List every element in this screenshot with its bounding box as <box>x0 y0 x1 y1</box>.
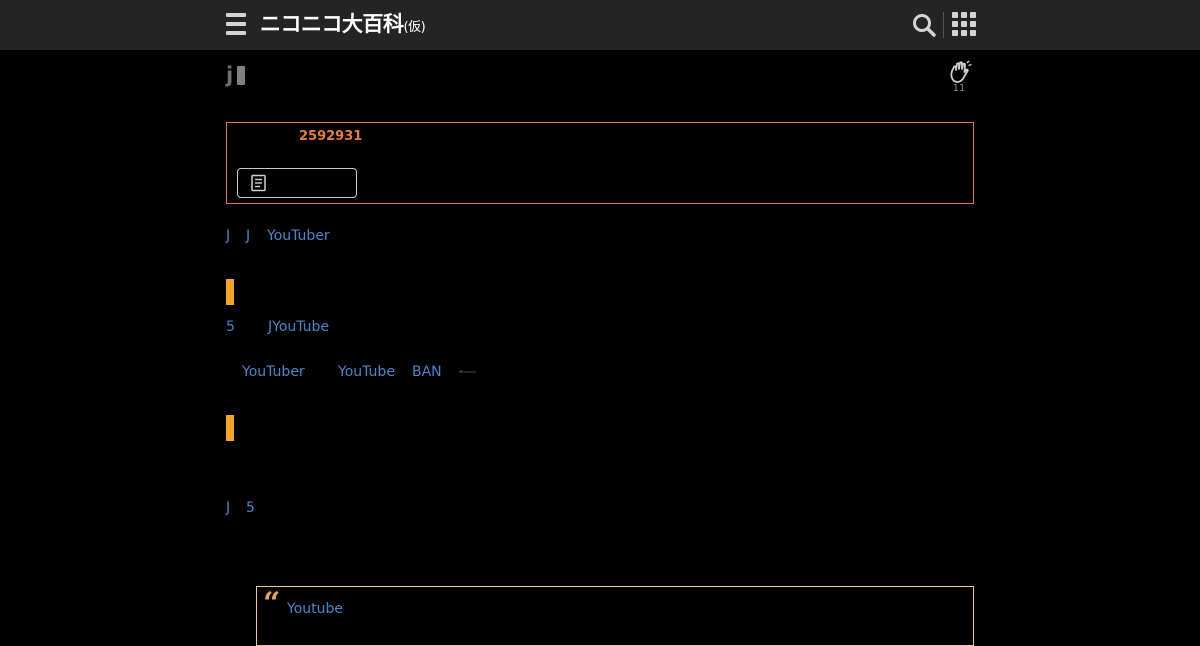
document-icon <box>251 174 266 192</box>
site-header: ニコニコ大百科(仮) <box>0 0 1200 50</box>
section-heading-bar-2 <box>226 415 234 441</box>
link-ban[interactable]: BAN <box>412 364 442 380</box>
link-5[interactable]: 5 <box>226 319 235 335</box>
apps-grid-icon[interactable] <box>952 12 976 36</box>
link-j-3[interactable]: J <box>226 500 230 516</box>
title-block-mark <box>237 66 245 85</box>
logo-sub-text: (仮) <box>403 20 426 35</box>
link-j-1[interactable]: J <box>226 228 230 244</box>
inline-arrow-icon <box>458 370 476 373</box>
quote-mark-icon: “ <box>263 586 281 621</box>
like-count: 11 <box>952 83 966 94</box>
link-youtube[interactable]: YouTube <box>338 364 395 380</box>
quote-block: “ Youtube <box>256 586 974 646</box>
article-title: j <box>226 63 234 87</box>
link-youtuber[interactable]: YouTuber <box>267 228 330 244</box>
logo-main-text: ニコニコ大百科 <box>260 12 404 36</box>
link-j-2[interactable]: J <box>246 228 250 244</box>
like-button[interactable]: 11 <box>946 60 974 98</box>
link-5-2[interactable]: 5 <box>246 500 255 516</box>
article-info-box: 2592931 <box>226 122 974 204</box>
hand-wave-icon <box>950 60 972 83</box>
link-jyoutube[interactable]: JYouTube <box>268 319 329 335</box>
hamburger-menu-icon[interactable] <box>226 13 246 35</box>
section-heading-bar <box>226 279 234 305</box>
article-info-button[interactable] <box>237 168 357 198</box>
site-logo[interactable]: ニコニコ大百科(仮) <box>260 10 426 38</box>
quote-link-youtube[interactable]: Youtube <box>287 601 343 617</box>
article-id: 2592931 <box>299 129 363 144</box>
search-icon[interactable] <box>910 11 938 39</box>
header-divider <box>943 12 944 38</box>
link-youtuber-2[interactable]: YouTuber <box>242 364 305 380</box>
